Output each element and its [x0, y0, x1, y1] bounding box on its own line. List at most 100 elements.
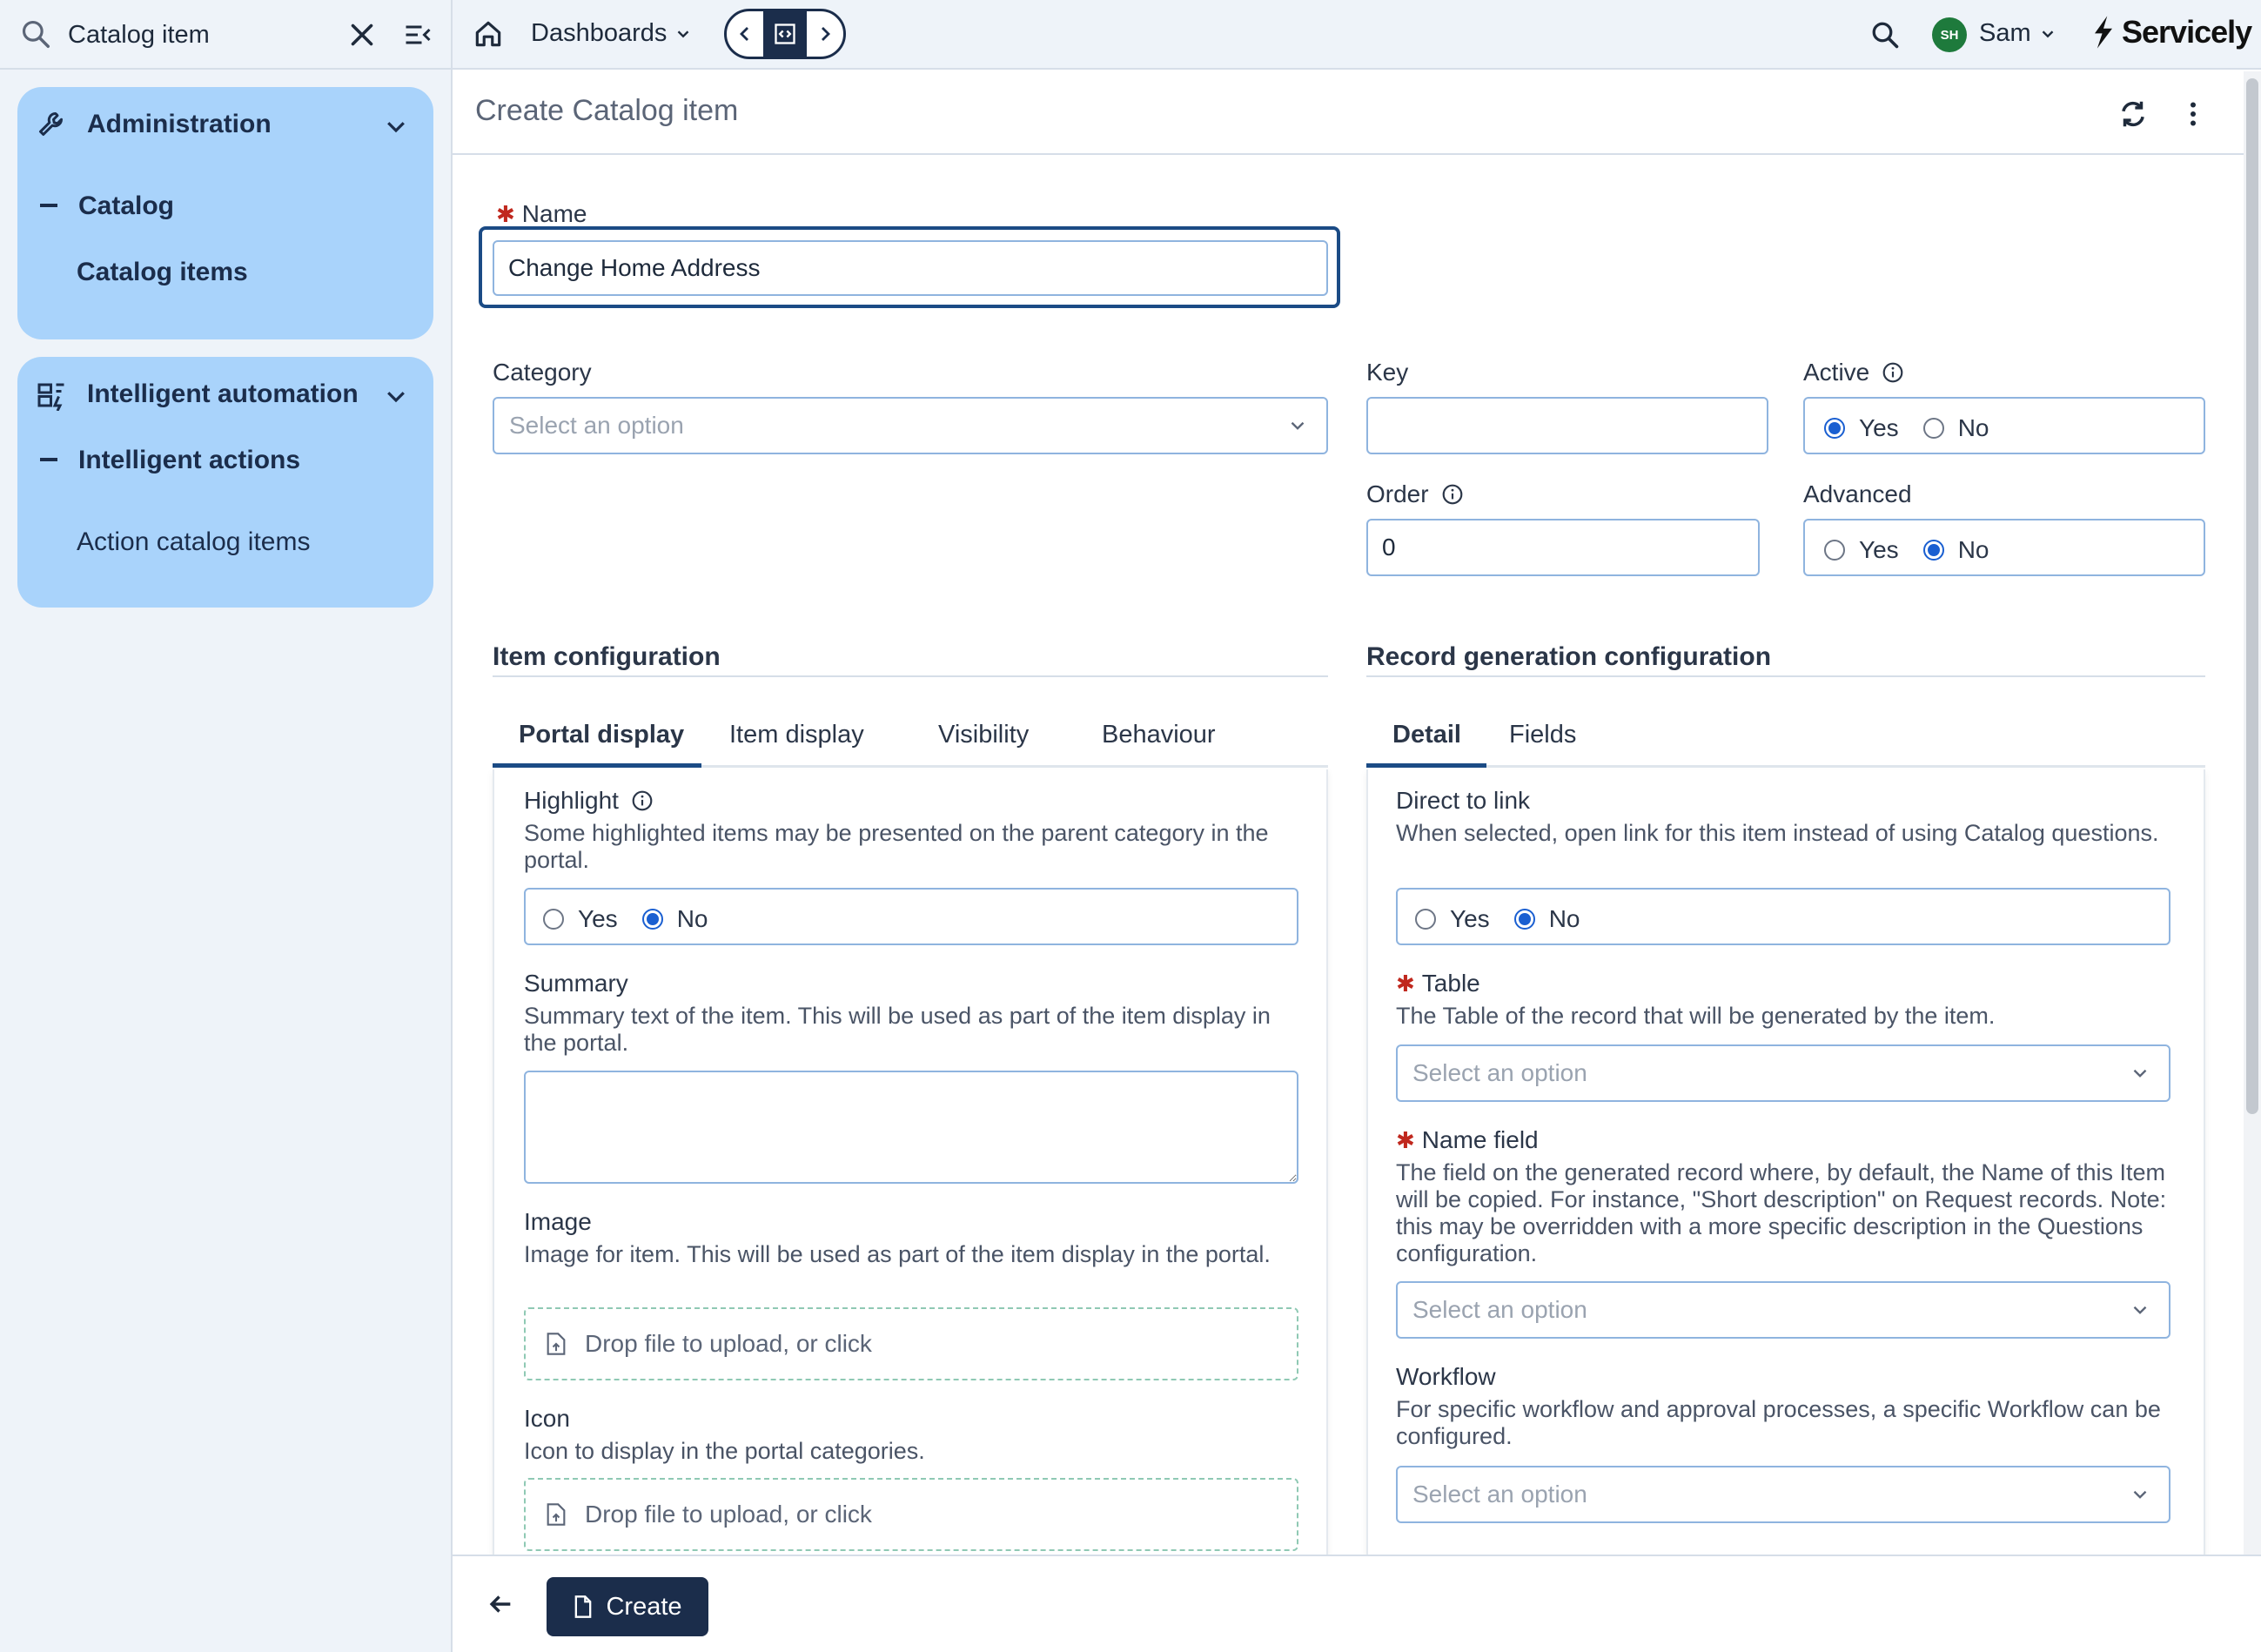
- name-label-text: Name: [521, 200, 587, 227]
- icon-upload-dropzone[interactable]: Drop file to upload, or click: [524, 1478, 1298, 1551]
- radio-label: Yes: [1450, 905, 1490, 932]
- arrow-left-icon[interactable]: [486, 1589, 515, 1619]
- key-input[interactable]: [1368, 399, 1767, 453]
- close-icon[interactable]: [346, 19, 378, 50]
- info-icon[interactable]: [631, 789, 654, 812]
- code-icon: [775, 24, 795, 44]
- sidebar-search-bar: [0, 0, 453, 70]
- workflow-select[interactable]: Select an option: [1396, 1466, 2170, 1523]
- sidebar-item-action-catalog-items[interactable]: Action catalog items: [77, 527, 310, 557]
- record-generation-title: Record generation configuration: [1366, 642, 1772, 671]
- tab-detail[interactable]: Detail: [1366, 712, 1486, 768]
- active-no-option[interactable]: No: [1922, 414, 1989, 442]
- radio-label: No: [1548, 905, 1580, 932]
- image-description: Image for item. This will be used as par…: [524, 1241, 1271, 1267]
- highlight-radio-group: Yes No: [524, 888, 1298, 945]
- image-upload-dropzone[interactable]: Drop file to upload, or click: [524, 1307, 1298, 1380]
- order-input[interactable]: [1368, 520, 1758, 574]
- table-select[interactable]: Select an option: [1396, 1044, 2170, 1102]
- icon-description: Icon to display in the portal categories…: [524, 1438, 925, 1464]
- scrollbar[interactable]: [2244, 71, 2261, 1581]
- key-label: Key: [1366, 359, 1409, 386]
- name-input[interactable]: [494, 242, 1326, 294]
- order-label-text: Order: [1366, 480, 1429, 507]
- top-bar: Dashboards SH Sam Servicely: [453, 0, 2261, 70]
- active-yes-option[interactable]: Yes: [1824, 414, 1899, 442]
- section-divider: [493, 675, 1328, 677]
- name-field-placeholder: Select an option: [1412, 1296, 1587, 1323]
- radio-label: Yes: [1859, 536, 1899, 563]
- sidebar-item-catalog-items[interactable]: Catalog items: [77, 258, 248, 287]
- previous-page-button[interactable]: [727, 11, 763, 57]
- tab-fields[interactable]: Fields: [1509, 712, 1576, 768]
- page-title: Create Catalog item: [475, 94, 739, 127]
- radio-no[interactable]: [1922, 540, 1944, 561]
- tab-behaviour[interactable]: Behaviour: [1102, 712, 1216, 768]
- direct-link-options: Yes No: [1415, 905, 1604, 933]
- tab-visibility[interactable]: Visibility: [938, 712, 1029, 768]
- chevron-down-icon: [678, 30, 689, 37]
- table-placeholder: Select an option: [1412, 1059, 1587, 1086]
- avatar[interactable]: SH: [1932, 17, 1967, 52]
- name-field-label-text: Name field: [1421, 1126, 1539, 1153]
- highlight-no-option[interactable]: No: [641, 905, 708, 933]
- summary-description: Summary text of the item. This will be u…: [524, 1003, 1271, 1056]
- order-field[interactable]: [1366, 519, 1760, 576]
- direct-link-yes-option[interactable]: Yes: [1415, 905, 1490, 933]
- home-icon[interactable]: [472, 17, 505, 50]
- dashboards-menu[interactable]: Dashboards: [531, 19, 693, 48]
- search-icon: [22, 20, 50, 48]
- name-field[interactable]: [493, 240, 1328, 296]
- radio-yes[interactable]: [543, 909, 564, 930]
- sidebar-item-catalog[interactable]: Catalog: [40, 191, 174, 221]
- category-select[interactable]: Select an option: [493, 397, 1328, 454]
- dashboards-label: Dashboards: [531, 19, 668, 47]
- chevron-right-icon: [822, 27, 830, 41]
- direct-link-description: When selected, open link for this item i…: [1396, 820, 2159, 846]
- chevron-left-icon: [740, 27, 748, 41]
- radio-no[interactable]: [1513, 909, 1535, 930]
- more-vertical-icon[interactable]: [2177, 97, 2209, 131]
- nav-group-header-intelligent-automation[interactable]: Intelligent automation: [17, 357, 433, 435]
- summary-textarea[interactable]: [524, 1071, 1298, 1184]
- radio-yes[interactable]: [1824, 418, 1845, 439]
- direct-link-no-option[interactable]: No: [1513, 905, 1580, 933]
- required-star-icon: ✱: [496, 201, 515, 227]
- chevron-down-icon: [387, 392, 405, 403]
- collapse-dash-icon: [40, 458, 57, 462]
- info-icon[interactable]: [1441, 483, 1464, 506]
- key-field[interactable]: [1366, 397, 1768, 454]
- file-icon: [575, 1595, 592, 1618]
- user-menu[interactable]: Sam: [1979, 19, 2057, 48]
- highlight-yes-option[interactable]: Yes: [543, 905, 618, 933]
- info-icon[interactable]: [1882, 361, 1904, 384]
- create-button[interactable]: Create: [547, 1577, 708, 1636]
- tab-item-display[interactable]: Item display: [729, 712, 864, 768]
- radio-no[interactable]: [641, 909, 663, 930]
- radio-no[interactable]: [1922, 418, 1944, 439]
- scrollbar-thumb[interactable]: [2246, 78, 2258, 1114]
- name-field-select[interactable]: Select an option: [1396, 1281, 2170, 1339]
- tab-portal-display[interactable]: Portal display: [493, 712, 701, 768]
- automation-icon: [37, 383, 64, 411]
- next-page-button[interactable]: [807, 11, 843, 57]
- radio-yes[interactable]: [1824, 540, 1845, 561]
- refresh-icon[interactable]: [2117, 97, 2150, 131]
- sidebar-search-input[interactable]: [68, 12, 329, 57]
- sidebar-item-label: Catalog: [78, 191, 175, 220]
- name-label: ✱ Name: [496, 200, 587, 228]
- collapse-menu-icon[interactable]: [402, 19, 433, 50]
- nav-group-header-administration[interactable]: Administration: [17, 87, 433, 165]
- active-label-text: Active: [1803, 359, 1870, 386]
- highlight-label-text: Highlight: [524, 787, 619, 814]
- file-upload-icon: [547, 1333, 566, 1355]
- radio-yes[interactable]: [1415, 909, 1436, 930]
- code-view-button[interactable]: [763, 11, 807, 57]
- page-header: Create Catalog item: [453, 71, 2244, 155]
- search-icon[interactable]: [1869, 19, 1901, 50]
- advanced-no-option[interactable]: No: [1922, 536, 1989, 564]
- advanced-yes-option[interactable]: Yes: [1824, 536, 1899, 564]
- chevron-down-icon: [387, 122, 405, 133]
- sidebar-item-intelligent-actions[interactable]: Intelligent actions: [40, 446, 300, 475]
- required-star-icon: ✱: [1396, 1127, 1415, 1153]
